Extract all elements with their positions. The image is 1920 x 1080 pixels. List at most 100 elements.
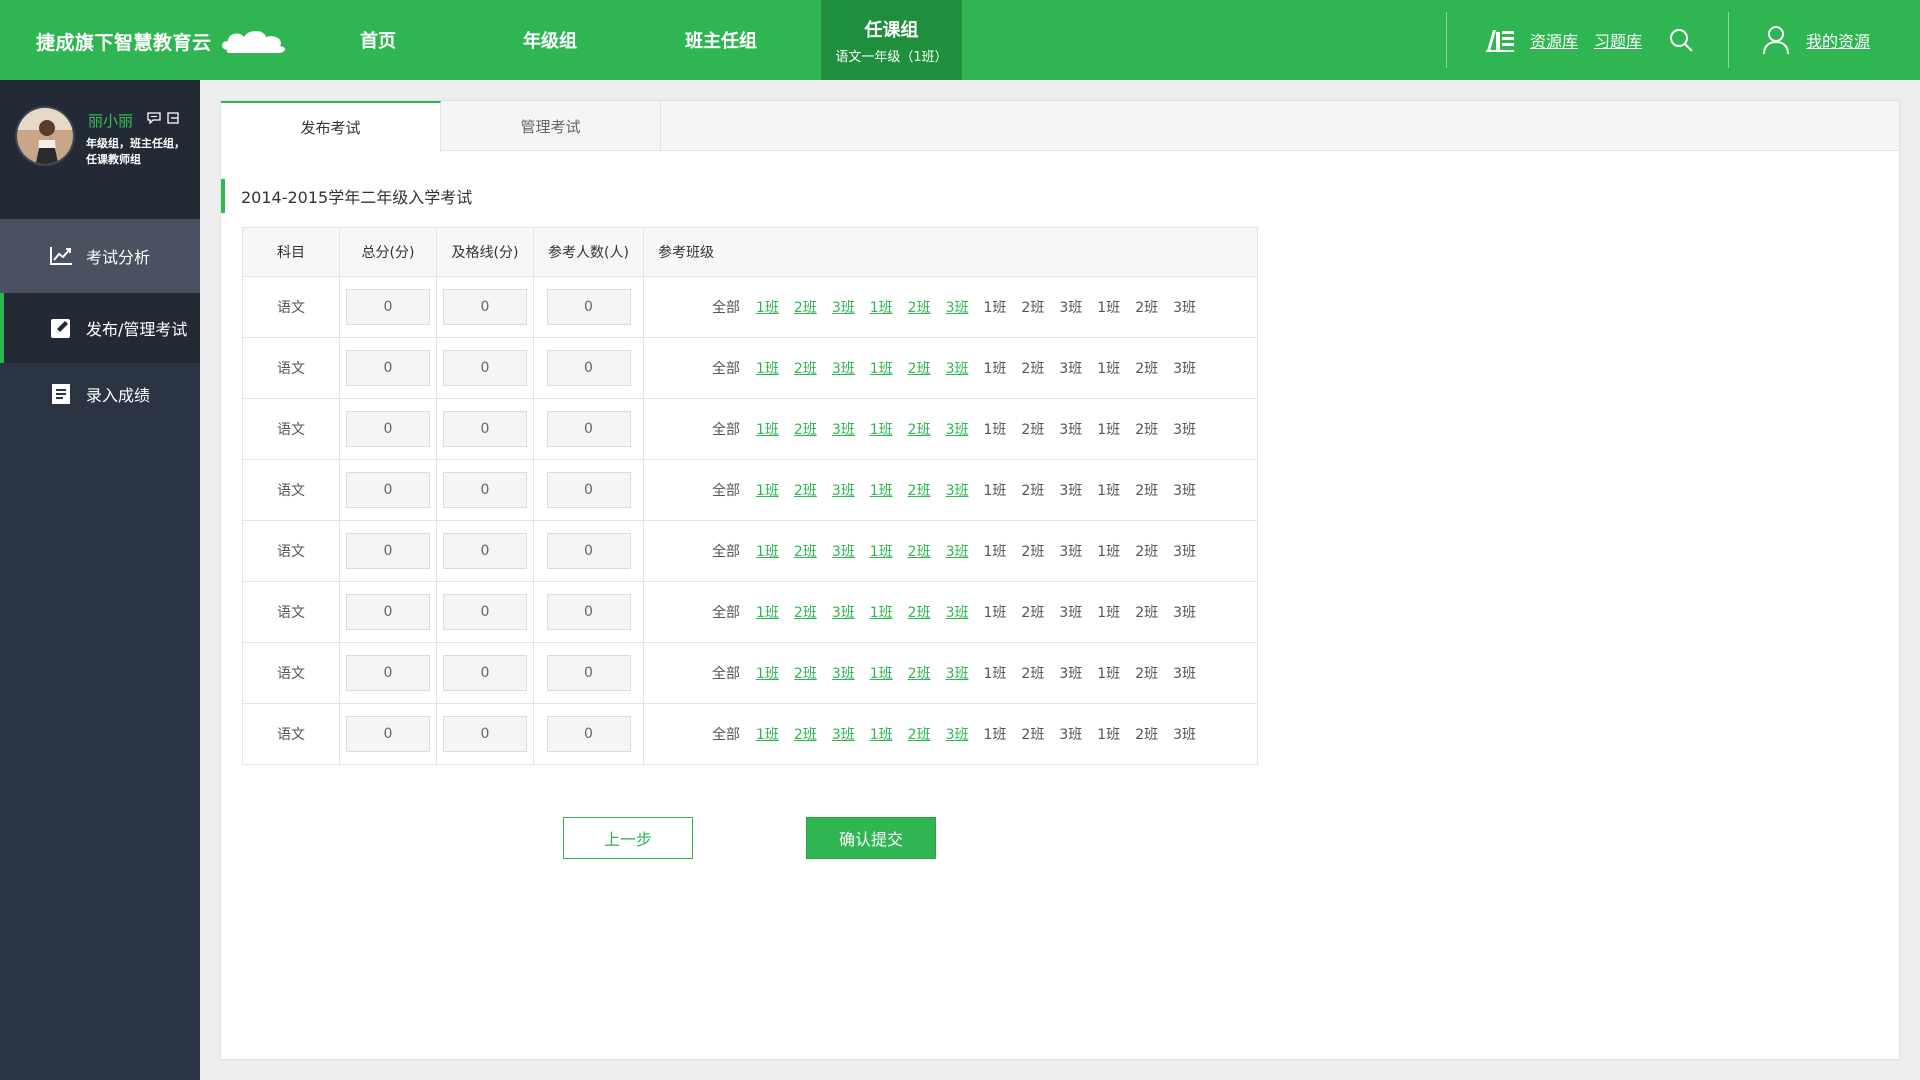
class-option[interactable]: 1班: [1097, 419, 1120, 439]
class-option[interactable]: 2班: [908, 663, 931, 683]
class-option[interactable]: 2班: [1021, 602, 1044, 622]
class-option[interactable]: 2班: [1135, 297, 1158, 317]
sidebar-item-exam-analysis[interactable]: 考试分析: [0, 219, 200, 293]
class-option[interactable]: 2班: [794, 663, 817, 683]
class-option[interactable]: 1班: [984, 663, 1007, 683]
class-option[interactable]: 1班: [870, 419, 893, 439]
pass-line-input[interactable]: [443, 350, 527, 386]
class-option-all[interactable]: 全部: [712, 541, 740, 561]
class-option[interactable]: 3班: [832, 297, 855, 317]
class-option[interactable]: 2班: [1021, 663, 1044, 683]
class-option-all[interactable]: 全部: [712, 358, 740, 378]
class-option[interactable]: 1班: [870, 297, 893, 317]
confirm-submit-button[interactable]: 确认提交: [806, 817, 936, 859]
pass-line-input[interactable]: [443, 533, 527, 569]
class-option[interactable]: 2班: [794, 602, 817, 622]
class-option[interactable]: 3班: [946, 724, 969, 744]
class-option-all[interactable]: 全部: [712, 419, 740, 439]
class-option[interactable]: 2班: [908, 419, 931, 439]
class-option[interactable]: 2班: [1021, 358, 1044, 378]
class-option[interactable]: 2班: [1135, 602, 1158, 622]
class-option[interactable]: 3班: [1173, 541, 1196, 561]
pass-line-input[interactable]: [443, 472, 527, 508]
class-option[interactable]: 3班: [946, 602, 969, 622]
class-option[interactable]: 3班: [832, 602, 855, 622]
participant-count-input[interactable]: [546, 472, 631, 508]
class-option[interactable]: 1班: [870, 480, 893, 500]
class-option[interactable]: 1班: [984, 419, 1007, 439]
class-option[interactable]: 1班: [1097, 663, 1120, 683]
class-option[interactable]: 3班: [946, 663, 969, 683]
pass-line-input[interactable]: [443, 289, 527, 325]
participant-count-input[interactable]: [546, 716, 631, 752]
class-option[interactable]: 3班: [946, 419, 969, 439]
message-icon[interactable]: [147, 112, 161, 124]
nav-head-teacher-group[interactable]: 班主任组: [665, 0, 777, 80]
class-option[interactable]: 2班: [1135, 419, 1158, 439]
class-option[interactable]: 2班: [794, 419, 817, 439]
class-option[interactable]: 3班: [1059, 602, 1082, 622]
sidebar-item-publish-manage-exam[interactable]: 发布/管理考试: [0, 293, 200, 363]
class-option[interactable]: 1班: [756, 480, 779, 500]
avatar[interactable]: [15, 106, 75, 166]
class-option[interactable]: 3班: [1059, 419, 1082, 439]
class-option[interactable]: 1班: [756, 297, 779, 317]
class-option[interactable]: 1班: [1097, 602, 1120, 622]
total-score-input[interactable]: [346, 350, 430, 386]
pass-line-input[interactable]: [443, 655, 527, 691]
class-option[interactable]: 1班: [1097, 541, 1120, 561]
class-option[interactable]: 3班: [1059, 724, 1082, 744]
class-option[interactable]: 1班: [984, 724, 1007, 744]
class-option[interactable]: 2班: [1021, 724, 1044, 744]
class-option[interactable]: 3班: [1173, 419, 1196, 439]
class-option[interactable]: 1班: [1097, 297, 1120, 317]
total-score-input[interactable]: [346, 289, 430, 325]
total-score-input[interactable]: [346, 411, 430, 447]
class-option[interactable]: 1班: [756, 358, 779, 378]
brand-logo[interactable]: 捷成旗下智慧教育云: [36, 26, 290, 56]
class-option[interactable]: 1班: [870, 358, 893, 378]
class-option[interactable]: 2班: [794, 480, 817, 500]
class-option-all[interactable]: 全部: [712, 663, 740, 683]
class-option[interactable]: 3班: [1059, 297, 1082, 317]
class-option-all[interactable]: 全部: [712, 602, 740, 622]
total-score-input[interactable]: [346, 533, 430, 569]
class-option[interactable]: 1班: [1097, 358, 1120, 378]
class-option[interactable]: 3班: [832, 358, 855, 378]
class-option[interactable]: 2班: [794, 358, 817, 378]
class-option[interactable]: 3班: [1173, 602, 1196, 622]
class-option[interactable]: 1班: [984, 297, 1007, 317]
class-option[interactable]: 1班: [870, 724, 893, 744]
class-option[interactable]: 1班: [756, 541, 779, 561]
class-option[interactable]: 2班: [1021, 480, 1044, 500]
previous-step-button[interactable]: 上一步: [563, 817, 693, 859]
participant-count-input[interactable]: [546, 350, 631, 386]
class-option[interactable]: 3班: [946, 358, 969, 378]
user-icon[interactable]: [1762, 25, 1790, 55]
class-option[interactable]: 3班: [832, 724, 855, 744]
class-option[interactable]: 1班: [870, 541, 893, 561]
class-option[interactable]: 1班: [756, 663, 779, 683]
pass-line-input[interactable]: [443, 411, 527, 447]
tab-manage-exam[interactable]: 管理考试: [441, 101, 661, 151]
class-option[interactable]: 3班: [1059, 541, 1082, 561]
class-option[interactable]: 2班: [794, 724, 817, 744]
class-option[interactable]: 3班: [1059, 663, 1082, 683]
class-option[interactable]: 3班: [832, 663, 855, 683]
class-option[interactable]: 1班: [984, 358, 1007, 378]
class-option[interactable]: 3班: [1173, 358, 1196, 378]
class-option[interactable]: 2班: [908, 602, 931, 622]
sidebar-item-enter-scores[interactable]: 录入成绩: [0, 363, 200, 425]
exercise-library-link[interactable]: 习题库: [1594, 28, 1642, 52]
class-option[interactable]: 2班: [908, 480, 931, 500]
class-option[interactable]: 3班: [832, 419, 855, 439]
pass-line-input[interactable]: [443, 594, 527, 630]
class-option[interactable]: 2班: [1021, 297, 1044, 317]
pass-line-input[interactable]: [443, 716, 527, 752]
nav-grade-group[interactable]: 年级组: [500, 0, 600, 80]
class-option-all[interactable]: 全部: [712, 724, 740, 744]
class-option[interactable]: 1班: [756, 602, 779, 622]
class-option[interactable]: 3班: [832, 480, 855, 500]
class-option[interactable]: 1班: [984, 480, 1007, 500]
participant-count-input[interactable]: [546, 289, 631, 325]
